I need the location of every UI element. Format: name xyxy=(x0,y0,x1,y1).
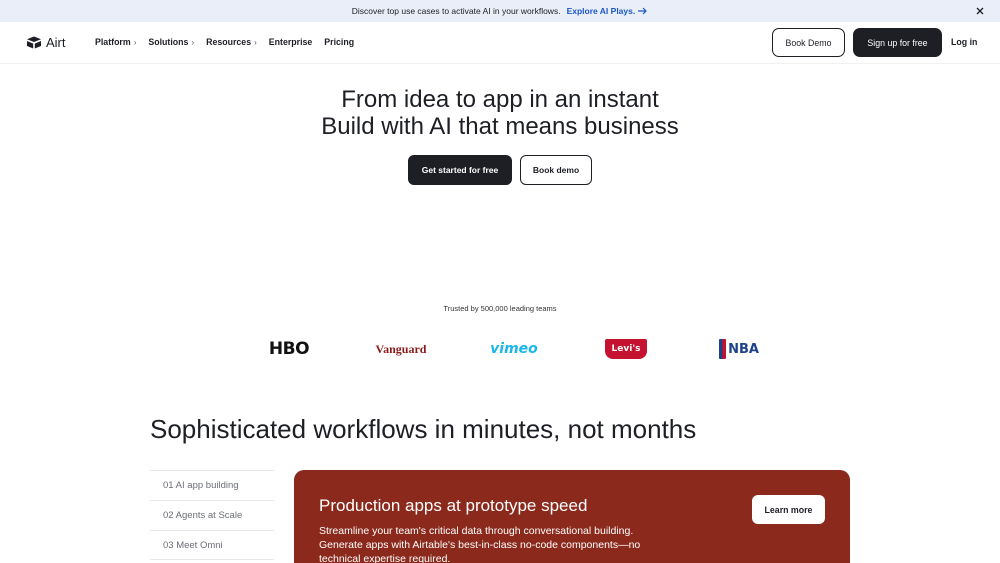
nav-label: Solutions xyxy=(148,37,189,47)
nav-label: Enterprise xyxy=(268,37,313,47)
announcement-text: Discover top use cases to activate AI in… xyxy=(351,6,561,16)
customer-logos: HBO Vanguard vimeo Levi's NBA xyxy=(0,336,1000,362)
nav-item-pricing[interactable]: Pricing xyxy=(324,37,354,47)
workflow-tabs: 01 AI app building 02 Agents at Scale 03… xyxy=(150,470,274,560)
feature-card: Production apps at prototype speed Strea… xyxy=(294,470,850,563)
tab-agents-at-scale[interactable]: 02 Agents at Scale xyxy=(150,500,274,530)
hbo-logo: HBO xyxy=(268,339,310,359)
nba-logo: NBA xyxy=(719,336,759,362)
tab-ai-app-building[interactable]: 01 AI app building xyxy=(150,470,274,500)
announcement-bar: Discover top use cases to activate AI in… xyxy=(0,0,1000,22)
close-icon[interactable] xyxy=(974,5,986,17)
levis-badge: Levi's xyxy=(605,339,647,359)
nav-item-solutions[interactable]: Solutions › xyxy=(148,37,194,47)
airtable-logo-icon xyxy=(27,36,41,49)
nav-item-enterprise[interactable]: Enterprise xyxy=(269,37,313,47)
book-demo-button[interactable]: Book Demo xyxy=(772,28,845,57)
nav-item-resources[interactable]: Resources › xyxy=(206,37,257,47)
levis-logo: Levi's xyxy=(604,336,648,362)
nav-label: Resources xyxy=(206,37,252,47)
learn-more-button[interactable]: Learn more xyxy=(752,495,825,524)
chevron-right-icon: › xyxy=(191,37,195,47)
main-nav: Platform › Solutions › Resources › Enter… xyxy=(95,37,354,47)
nav-item-platform[interactable]: Platform › xyxy=(95,37,136,47)
get-started-button[interactable]: Get started for free xyxy=(408,155,512,185)
hero-line-2: Build with AI that means business xyxy=(321,113,679,140)
log-in-link[interactable]: Log in xyxy=(951,37,977,47)
trusted-text: Trusted by 500,000 leading teams xyxy=(443,304,557,313)
site-header: Airt Platform › Solutions › Resources › … xyxy=(0,22,1000,64)
vanguard-logo: Vanguard xyxy=(375,341,427,356)
chevron-right-icon: › xyxy=(254,37,257,47)
sign-up-button[interactable]: Sign up for free xyxy=(853,28,942,57)
chevron-right-icon: › xyxy=(133,37,137,47)
nav-label: Pricing xyxy=(324,37,355,47)
nba-mark-icon xyxy=(719,339,727,359)
workflows-heading: Sophisticated workflows in minutes, not … xyxy=(150,414,697,444)
logo[interactable]: Airt xyxy=(26,35,66,50)
card-title: Production apps at prototype speed xyxy=(319,496,588,515)
card-body: Streamline your team's critical data thr… xyxy=(319,525,641,563)
tab-meet-omni[interactable]: 03 Meet Omni xyxy=(150,530,274,560)
explore-link-label: Explore AI Plays. xyxy=(566,6,636,16)
explore-ai-plays-link[interactable]: Explore AI Plays. xyxy=(567,6,649,16)
nav-label: Platform xyxy=(95,37,131,47)
nba-text: NBA xyxy=(728,341,759,357)
vimeo-logo: vimeo xyxy=(490,341,538,357)
arrow-right-icon xyxy=(638,7,648,15)
hero-heading: From idea to app in an instant Build wit… xyxy=(0,86,1000,140)
hero-line-1: From idea to app in an instant xyxy=(341,86,659,113)
logo-text: Airt xyxy=(46,35,66,50)
book-demo-hero-button[interactable]: Book demo xyxy=(520,155,592,185)
